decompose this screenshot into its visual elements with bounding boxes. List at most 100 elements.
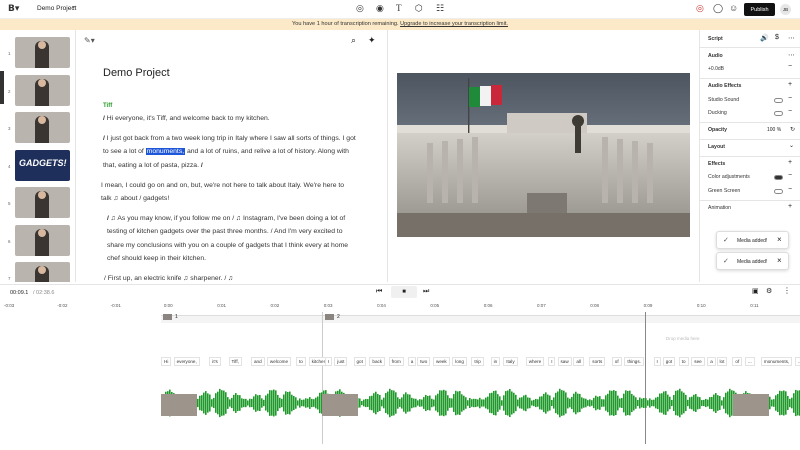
paragraph-1[interactable]: / Hi everyone, it's Tiff, and welcome ba…: [103, 112, 358, 125]
slide-thumbnail[interactable]: [15, 112, 70, 143]
search-icon[interactable]: ⌕: [351, 35, 356, 46]
slide-thumbnail[interactable]: [15, 262, 70, 282]
play-pause-button[interactable]: ■: [391, 286, 417, 298]
chevron-down-icon[interactable]: ⌄: [789, 142, 794, 149]
opacity-value[interactable]: 100 %: [767, 127, 781, 133]
word-chip[interactable]: I: [548, 357, 556, 366]
slide-thumbnail[interactable]: [15, 224, 70, 256]
add-user-icon[interactable]: ☺: [729, 3, 738, 13]
paragraph-3[interactable]: I mean, I could go on and on, but, we're…: [101, 179, 356, 206]
record-icon[interactable]: ◎: [356, 3, 364, 14]
word-chip[interactable]: saw: [557, 357, 572, 366]
document-title[interactable]: Demo Project: [103, 67, 170, 79]
color-adjustments-toggle[interactable]: [774, 175, 783, 180]
studio-sound-toggle[interactable]: [774, 98, 783, 103]
paragraph-4[interactable]: / ♫ As you may know, if you follow me on…: [107, 212, 359, 265]
word-chip[interactable]: welcome: [266, 357, 292, 366]
word-chip[interactable]: got: [662, 357, 676, 366]
slide-thumbnail[interactable]: [15, 37, 70, 68]
status-icon[interactable]: ◎: [696, 3, 704, 14]
shapes-icon[interactable]: ⬡: [415, 3, 423, 14]
word-chip[interactable]: to: [296, 357, 306, 366]
video-clip[interactable]: [733, 394, 769, 416]
word-chip[interactable]: a: [707, 357, 716, 366]
word-chip[interactable]: Hi: [161, 357, 172, 366]
publish-button[interactable]: Publish: [744, 3, 775, 16]
word-chip[interactable]: trip: [471, 357, 484, 366]
video-clip[interactable]: [322, 394, 358, 416]
magic-icon[interactable]: ✦: [368, 35, 376, 46]
word-chip[interactable]: Italy: [503, 357, 518, 366]
word-chip[interactable]: where: [525, 357, 545, 366]
word-chip[interactable]: and: [251, 357, 265, 366]
word-chip[interactable]: from: [388, 357, 404, 366]
video-clip[interactable]: [161, 394, 197, 416]
grid-icon[interactable]: ☷: [436, 3, 444, 14]
timeline-ruler[interactable]: -0:03 -0:02 -0:01 0:00 0:01 0:02 0:03 0:04 0:05 0…: [0, 300, 800, 312]
word-chip[interactable]: I: [325, 357, 333, 366]
close-icon[interactable]: ×: [777, 256, 782, 265]
word-chip[interactable]: lot: [716, 357, 728, 366]
audio-more-icon[interactable]: ⋯: [788, 51, 795, 59]
word-chip[interactable]: I: [653, 357, 661, 366]
clip-label-1[interactable]: 1: [175, 314, 178, 320]
video-preview[interactable]: [397, 73, 690, 237]
word-chip[interactable]: long: [452, 357, 467, 366]
word-chip[interactable]: monuments,: [760, 357, 793, 366]
refresh-icon[interactable]: ↻: [790, 126, 795, 133]
word-chip[interactable]: just: [334, 357, 348, 366]
minus-icon[interactable]: −: [788, 63, 792, 70]
layout-label[interactable]: Layout: [708, 144, 725, 150]
add-icon[interactable]: +: [788, 203, 792, 210]
word-chip[interactable]: everyone,: [173, 357, 200, 366]
add-icon[interactable]: +: [788, 81, 792, 88]
settings-icon[interactable]: ⚙: [766, 287, 772, 295]
speaker-icon[interactable]: 🔊: [760, 34, 769, 42]
timeline[interactable]: 1 2 Drop media here: [0, 312, 800, 450]
green-screen-toggle[interactable]: [774, 189, 783, 194]
speaker-label[interactable]: Tiff: [103, 103, 112, 109]
word-chip[interactable]: sorts: [589, 357, 606, 366]
word-chip[interactable]: see: [691, 357, 705, 366]
word-chip[interactable]: of: [732, 357, 743, 366]
slide-thumbnail[interactable]: [15, 187, 70, 218]
minus-icon[interactable]: −: [788, 186, 792, 193]
project-name[interactable]: Demo Project: [37, 5, 76, 12]
word-chip[interactable]: it's: [209, 357, 221, 366]
word-chip[interactable]: in: [490, 357, 501, 366]
word-chip[interactable]: things.: [624, 357, 644, 366]
upgrade-link[interactable]: Upgrade to increase your transcription l…: [400, 21, 508, 27]
minus-icon[interactable]: −: [788, 108, 792, 115]
skip-forward-icon[interactable]: ⏭: [423, 288, 429, 296]
skip-back-icon[interactable]: ⏮: [376, 288, 382, 296]
slide-thumbnail[interactable]: GADGETS!: [15, 149, 70, 181]
selected-word[interactable]: monuments,: [145, 148, 186, 156]
word-chip[interactable]: of: [611, 357, 622, 366]
word-chip[interactable]: back: [369, 357, 386, 366]
clip-label-2[interactable]: 2: [337, 314, 340, 320]
more-vertical-icon[interactable]: ⋮: [783, 286, 791, 295]
minus-icon[interactable]: −: [788, 95, 792, 102]
app-logo-icon[interactable]: 𝗕▾: [8, 3, 19, 14]
word-chip[interactable]: to: [678, 357, 689, 366]
word-chip[interactable]: got: [353, 357, 366, 366]
minus-icon[interactable]: −: [788, 172, 792, 179]
text-icon[interactable]: T: [396, 3, 402, 13]
add-icon[interactable]: +: [788, 159, 792, 166]
avatar[interactable]: JB: [780, 4, 791, 15]
more-icon[interactable]: ⋯: [788, 34, 795, 42]
word-chip[interactable]: week: [433, 357, 450, 366]
word-chip[interactable]: ...: [795, 357, 800, 366]
word-chip[interactable]: ...: [745, 357, 755, 366]
word-chip[interactable]: a: [407, 357, 417, 366]
audio-waveform[interactable]: [161, 386, 800, 420]
pen-icon[interactable]: ✎▾: [84, 36, 95, 45]
audio-gain[interactable]: +0.0dB: [708, 66, 724, 72]
word-chip[interactable]: two: [417, 357, 431, 366]
paragraph-2[interactable]: / I just got back from a two week long t…: [103, 132, 358, 172]
word-chip[interactable]: all: [573, 357, 584, 366]
media-icon[interactable]: ◉: [376, 3, 384, 14]
close-icon[interactable]: ×: [777, 235, 782, 244]
word-chip[interactable]: Tiff,: [228, 357, 242, 366]
dollar-icon[interactable]: $: [775, 34, 779, 41]
